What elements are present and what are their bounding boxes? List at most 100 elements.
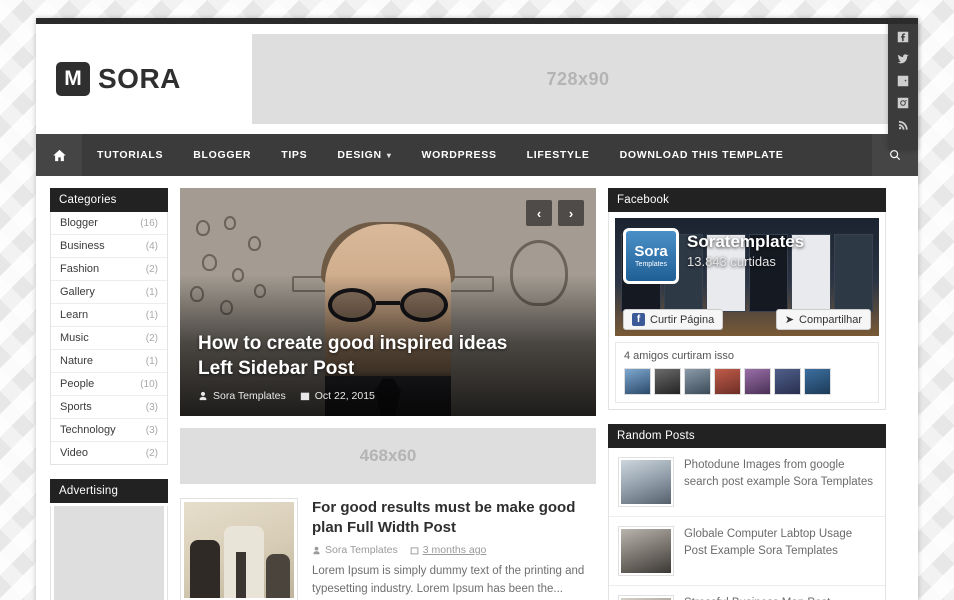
main-banner-ad[interactable]: 468x60	[180, 428, 596, 484]
category-item-video[interactable]: Video (2)	[51, 442, 167, 464]
author-label: Sora Templates	[213, 390, 286, 402]
nav-item-lifestyle[interactable]: LIFESTYLE	[512, 134, 605, 176]
figure-shape	[190, 540, 220, 598]
category-count: (2)	[145, 447, 158, 459]
calendar-icon	[410, 546, 419, 554]
featured-post-author[interactable]: Sora Templates	[198, 390, 286, 402]
right-sidebar: Facebook Soratemplates 13.843 curtidas S…	[608, 188, 886, 600]
categories-list: Blogger (16) Business (4) Fashion (2) Ga…	[50, 212, 168, 465]
facebook-cover-image: Soratemplates 13.843 curtidas Sora Templ…	[615, 218, 879, 336]
avatar-subtitle: Templates	[635, 261, 667, 268]
category-label: Fashion	[60, 263, 100, 275]
nav-item-blogger[interactable]: BLOGGER	[178, 134, 266, 176]
google-plus-icon[interactable]	[894, 72, 912, 90]
share-arrow-icon: ➤	[784, 314, 795, 326]
category-count: (1)	[145, 309, 158, 321]
category-item-nature[interactable]: Nature (1)	[51, 350, 167, 373]
friend-avatar[interactable]	[714, 368, 741, 395]
post-title[interactable]: For good results must be make good plan …	[312, 498, 596, 537]
post-thumbnail[interactable]	[180, 498, 298, 600]
random-post-title: Globale Computer Labtop Usage Post Examp…	[684, 528, 853, 557]
facebook-like-count: 13.843 curtidas	[687, 254, 776, 269]
rss-icon[interactable]	[894, 116, 912, 134]
post-body: For good results must be make good plan …	[312, 498, 596, 600]
post-author[interactable]: Sora Templates	[312, 544, 398, 556]
facebook-f-icon: f	[632, 313, 645, 326]
nav-item-tips[interactable]: TIPS	[266, 134, 322, 176]
random-posts-list: Photodune Images from google search post…	[608, 448, 886, 600]
featured-post-date[interactable]: Oct 22, 2015	[300, 390, 375, 402]
categories-widget-title: Categories	[50, 188, 168, 212]
category-item-music[interactable]: Music (2)	[51, 327, 167, 350]
category-item-people[interactable]: People (10)	[51, 373, 167, 396]
category-item-blogger[interactable]: Blogger (16)	[51, 212, 167, 235]
random-post-item[interactable]: Photodune Images from google search post…	[609, 448, 885, 517]
friend-avatar[interactable]	[654, 368, 681, 395]
facebook-page-name[interactable]: Soratemplates	[687, 232, 804, 252]
instagram-icon[interactable]	[894, 94, 912, 112]
nav-label: DESIGN	[337, 149, 382, 161]
post-meta: Sora Templates 3 months ago	[312, 544, 596, 556]
nav-item-home[interactable]	[36, 134, 82, 176]
main-column: ‹ › How to create good inspired ideas Le…	[180, 188, 596, 600]
category-count: (1)	[145, 286, 158, 298]
random-post-thumbnail	[618, 595, 674, 600]
facebook-friend-avatars	[624, 368, 870, 395]
nav-item-download-this-template[interactable]: DOWNLOAD THIS TEMPLATE	[605, 134, 799, 176]
friend-avatar[interactable]	[744, 368, 771, 395]
slider-navigation: ‹ ›	[526, 200, 584, 226]
post-date[interactable]: 3 months ago	[410, 544, 486, 556]
facebook-friends-label: 4 amigos curtiram isso	[624, 350, 735, 362]
random-post-item[interactable]: Globale Computer Labtop Usage Post Examp…	[609, 517, 885, 586]
nav-label: TIPS	[281, 149, 308, 161]
category-count: (4)	[145, 240, 158, 252]
advertising-widget: Advertising	[50, 479, 168, 600]
category-label: People	[60, 378, 95, 390]
user-icon	[313, 546, 320, 554]
facebook-page-avatar[interactable]: Sora Templates	[623, 228, 679, 284]
nav-label: TUTORIALS	[97, 149, 164, 161]
featured-post-title[interactable]: How to create good inspired ideas Left S…	[198, 332, 536, 381]
random-post-thumbnail	[618, 457, 674, 507]
nav-label: LIFESTYLE	[526, 149, 590, 161]
facebook-widget-title: Facebook	[608, 188, 886, 212]
header-banner-ad[interactable]: 728x90	[252, 34, 904, 124]
category-item-business[interactable]: Business (4)	[51, 235, 167, 258]
friend-avatar[interactable]	[684, 368, 711, 395]
random-posts-widget-title: Random Posts	[608, 424, 886, 448]
category-item-fashion[interactable]: Fashion (2)	[51, 258, 167, 281]
category-item-learn[interactable]: Learn (1)	[51, 304, 167, 327]
facebook-like-button[interactable]: f Curtir Página	[623, 309, 724, 330]
avatar-title: Sora	[634, 243, 668, 260]
category-item-sports[interactable]: Sports (3)	[51, 396, 167, 419]
featured-post-slider[interactable]: ‹ › How to create good inspired ideas Le…	[180, 188, 596, 416]
friend-avatar[interactable]	[804, 368, 831, 395]
categories-widget: Categories Blogger (16) Business (4) Fas…	[50, 188, 168, 465]
figure-shape	[266, 554, 290, 598]
facebook-share-button[interactable]: ➤ Compartilhar	[775, 309, 871, 330]
like-button-label: Curtir Página	[650, 313, 715, 326]
random-post-item[interactable]: Stressful Business Man Post Example Sora…	[609, 586, 885, 600]
logo-mark-icon: M	[56, 62, 90, 96]
main-navigation: TUTORIALS BLOGGER TIPS DESIGN ▾ WORDPRES…	[36, 134, 918, 176]
sidebar-ad-placeholder[interactable]	[54, 506, 164, 600]
friend-avatar[interactable]	[774, 368, 801, 395]
slider-next-button[interactable]: ›	[558, 200, 584, 226]
site-header: M SORA 728x90	[36, 24, 918, 134]
twitter-icon[interactable]	[894, 50, 912, 68]
category-count: (3)	[145, 401, 158, 413]
facebook-icon[interactable]	[894, 28, 912, 46]
slider-prev-button[interactable]: ‹	[526, 200, 552, 226]
category-count: (1)	[145, 355, 158, 367]
random-post-title: Photodune Images from google search post…	[684, 459, 873, 488]
nav-item-design[interactable]: DESIGN ▾	[322, 134, 406, 176]
nav-item-wordpress[interactable]: WORDPRESS	[407, 134, 512, 176]
nav-item-tutorials[interactable]: TUTORIALS	[82, 134, 178, 176]
category-count: (16)	[140, 217, 158, 229]
category-item-technology[interactable]: Technology (3)	[51, 419, 167, 442]
category-item-gallery[interactable]: Gallery (1)	[51, 281, 167, 304]
friend-avatar[interactable]	[624, 368, 651, 395]
logo-text: SORA	[98, 63, 181, 94]
category-count: (2)	[145, 263, 158, 275]
site-logo[interactable]: M SORA	[56, 62, 246, 96]
